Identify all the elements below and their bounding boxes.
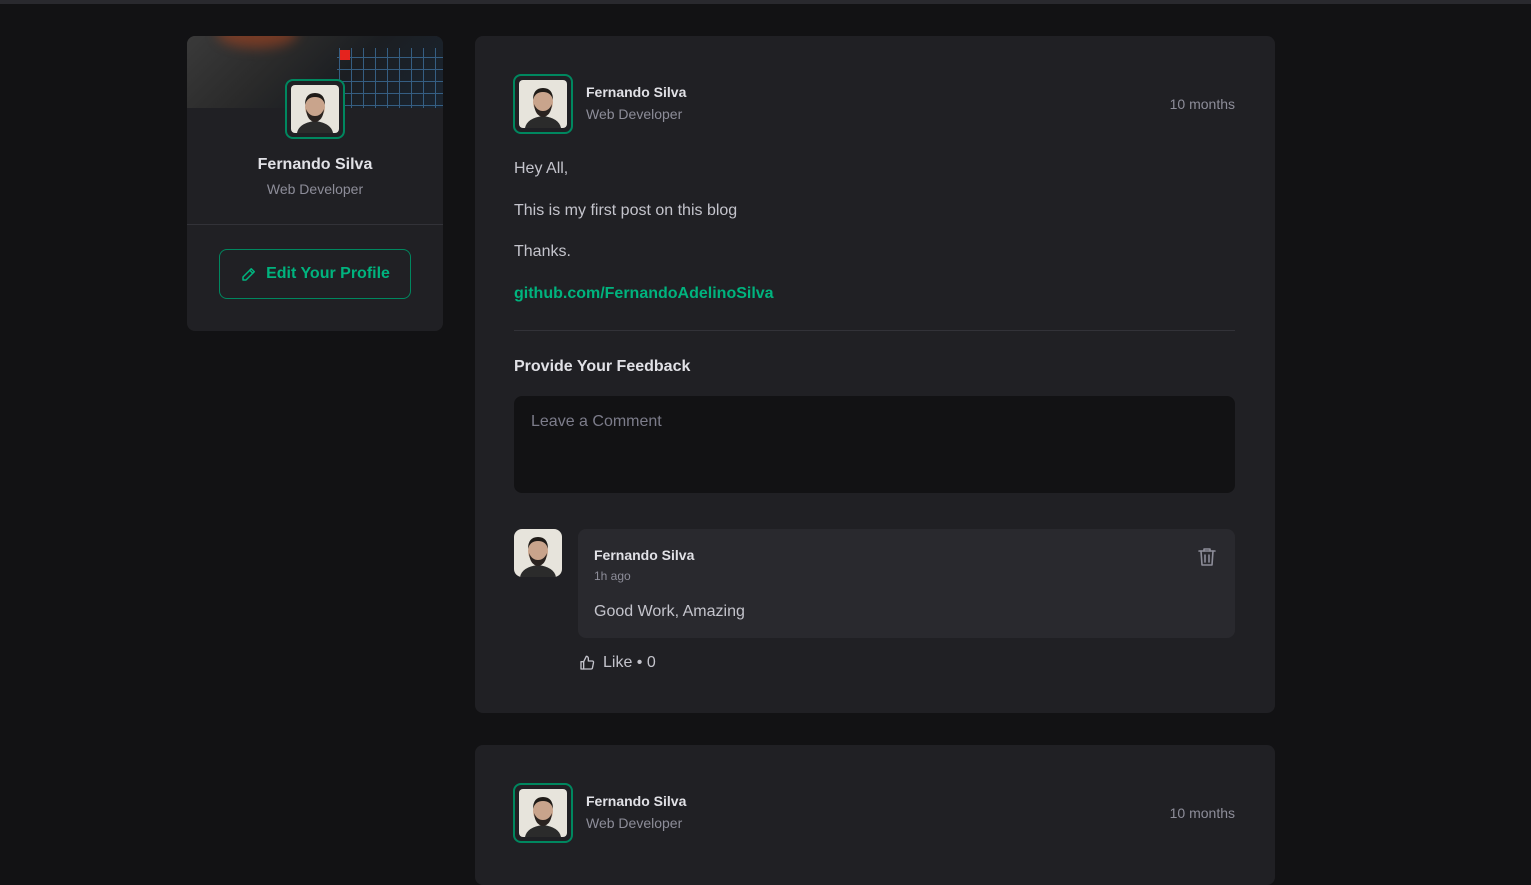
post-link[interactable]: github.com/FernandoAdelinoSilva [514,285,774,302]
post-closing: Thanks. [514,243,571,260]
post-body: This is my first post on this blog [514,201,738,219]
avatar[interactable] [513,74,573,134]
trash-icon[interactable] [1195,545,1219,569]
post-timestamp: 10 months [1169,96,1235,112]
profile-name: Fernando Silva [257,156,373,173]
comment-author: Fernando Silva [594,547,695,563]
post-author-name: Fernando Silva [586,793,687,809]
feedback-title: Provide Your Feedback [514,358,691,375]
post-author-role: Web Developer [586,106,683,122]
comment-card: Fernando Silva 1h ago Good Work, Amazing [578,529,1235,638]
avatar-image [291,85,339,133]
avatar[interactable] [513,783,573,843]
divider [187,224,443,225]
profile-role: Web Developer [266,181,364,197]
comment-avatar[interactable] [514,529,562,577]
divider [514,330,1235,331]
post-author-role: Web Developer [586,815,683,831]
like-label: Like • 0 [603,654,656,671]
comment-time: 1h ago [594,569,631,583]
post-greeting: Hey All, [514,160,569,177]
thumbs-up-icon [580,655,595,670]
edit-profile-button[interactable]: Edit Your Profile [219,249,411,299]
avatar-image [519,789,567,837]
profile-sidebar: Fernando Silva Web Developer Edit Your P… [187,36,443,331]
top-bar [0,0,1531,4]
post-card: Fernando Silva Web Developer 10 months [475,745,1275,885]
comment-text: Good Work, Amazing [594,603,745,620]
post-author-name: Fernando Silva [586,84,687,100]
avatar-image [514,529,562,577]
avatar-image [519,80,567,128]
post-timestamp: 10 months [1169,805,1235,821]
avatar[interactable] [285,79,345,139]
comment-input[interactable] [514,396,1235,493]
post-content: Hey All, This is my first post on this b… [514,158,1234,324]
post-card: Fernando Silva Web Developer 10 months H… [475,36,1275,713]
like-button[interactable]: Like • 0 [579,654,656,672]
pencil-icon [242,268,256,281]
edit-profile-label: Edit Your Profile [266,265,390,282]
